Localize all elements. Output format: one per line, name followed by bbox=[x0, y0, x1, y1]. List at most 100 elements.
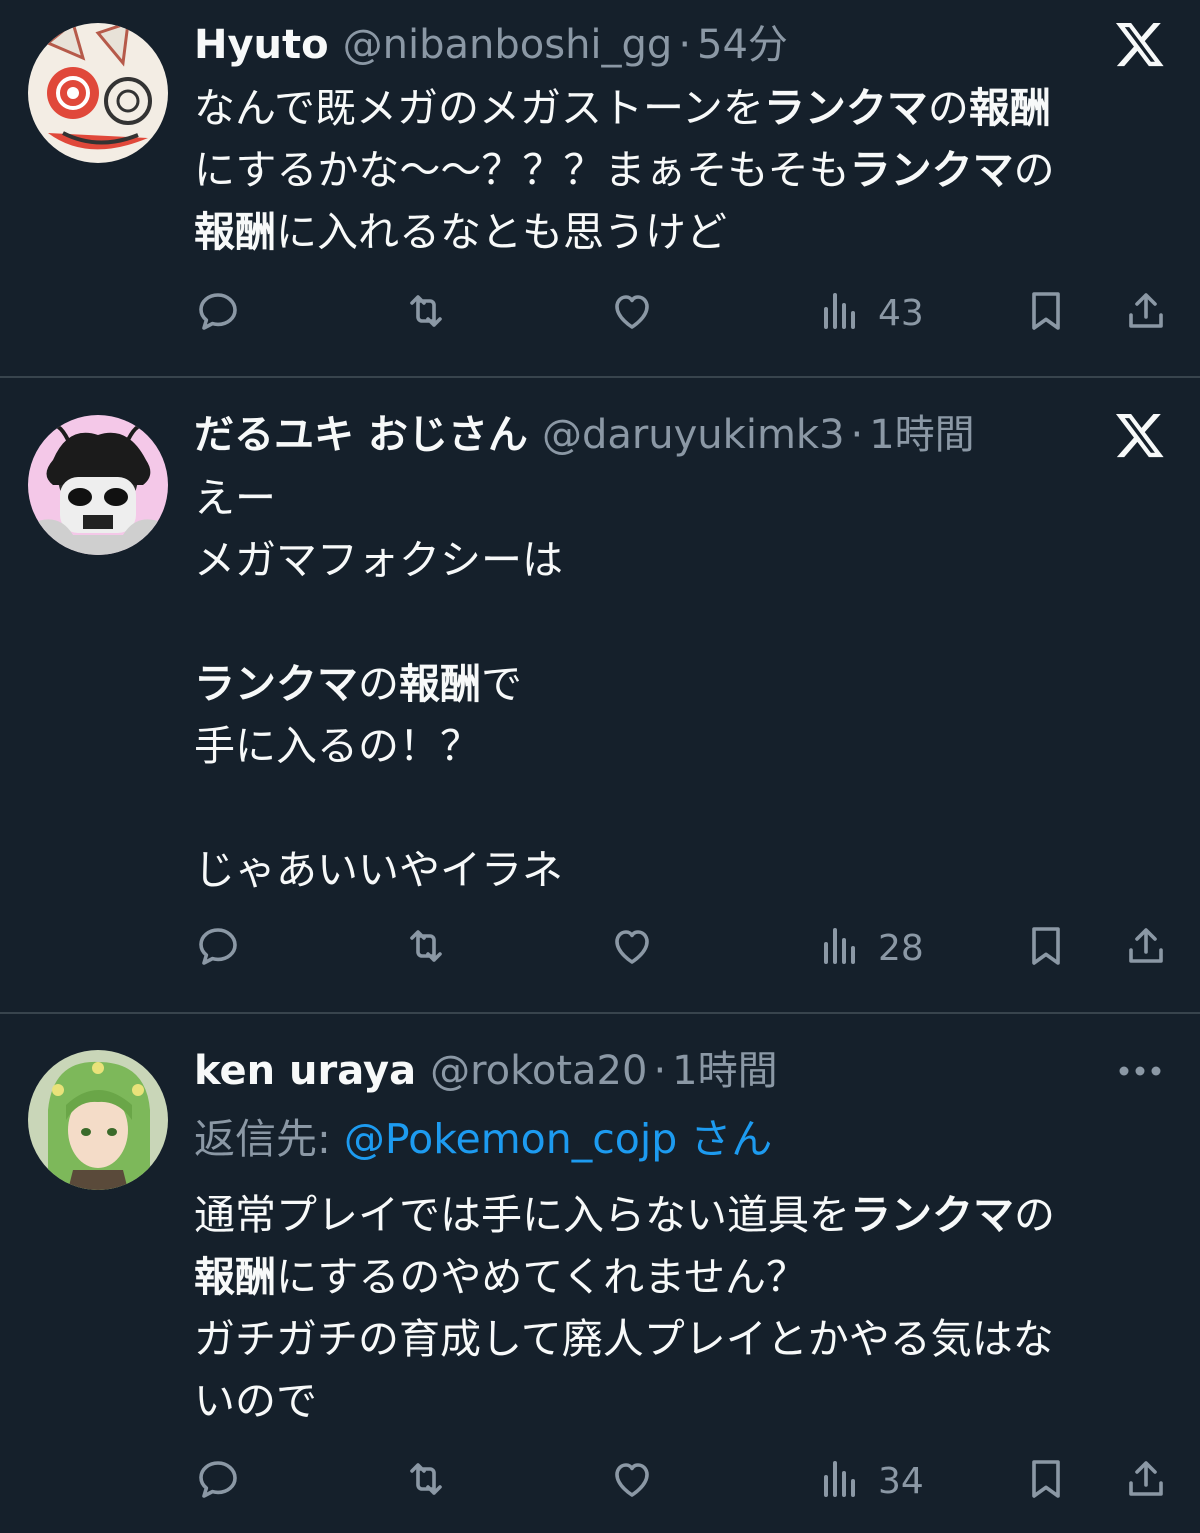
tweet-text: なんで既メガのメガストーンをランクマの報酬 にするかな〜〜？？？まぁそもそもランク… bbox=[194, 77, 1154, 263]
avatar[interactable] bbox=[28, 23, 168, 163]
bookmark-button[interactable] bbox=[1022, 918, 1070, 978]
reply-button[interactable] bbox=[194, 283, 242, 343]
user-handle[interactable]: @nibanboshi_gg bbox=[343, 15, 673, 75]
view-count: 43 bbox=[878, 292, 924, 334]
retweet-button[interactable] bbox=[402, 1451, 450, 1511]
like-button[interactable] bbox=[608, 918, 656, 978]
retweet-icon bbox=[402, 287, 450, 339]
x-logo-icon bbox=[1110, 14, 1170, 74]
text-segment: いので bbox=[194, 1377, 317, 1425]
views-button[interactable]: 28 bbox=[816, 918, 924, 978]
avatar[interactable] bbox=[28, 1050, 168, 1190]
view-count: 34 bbox=[878, 1460, 924, 1502]
share-button[interactable] bbox=[1122, 918, 1170, 978]
share-icon bbox=[1122, 287, 1170, 339]
like-button[interactable] bbox=[608, 1451, 656, 1511]
share-icon bbox=[1122, 1455, 1170, 1507]
tweet-1[interactable]: Hyuto @nibanboshi_gg · 54分 なんで既メガのメガストーン… bbox=[0, 0, 1200, 376]
text-segment: じゃあいいやイラネ bbox=[194, 846, 563, 894]
display-name[interactable]: Hyuto bbox=[194, 15, 329, 75]
text-segment: えー bbox=[194, 474, 276, 522]
tweet-header: ken uraya @rokota20 · 1時間 bbox=[194, 1041, 1050, 1101]
highlighted-keyword: 報酬 bbox=[194, 208, 276, 256]
text-segment: で bbox=[481, 660, 522, 708]
timestamp[interactable]: 54分 bbox=[697, 15, 788, 75]
tweet-text-line: にするかな〜〜？？？まぁそもそもランクマの bbox=[194, 139, 1154, 201]
text-segment: 手に入るの！？ bbox=[194, 722, 481, 770]
tweet-text-line: ランクマの報酬で bbox=[194, 653, 1154, 715]
views-icon bbox=[816, 287, 864, 339]
tweet-text-line: 報酬にするのやめてくれません？ bbox=[194, 1246, 1154, 1308]
tweet-text-line: 通常プレイでは手に入らない道具をランクマの bbox=[194, 1184, 1154, 1246]
highlighted-keyword: 報酬 bbox=[194, 1253, 276, 1301]
user-handle[interactable]: @daruyukimk3 bbox=[542, 405, 845, 465]
bookmark-icon bbox=[1022, 922, 1070, 974]
tweet-text-line: じゃあいいやイラネ bbox=[194, 839, 1154, 901]
retweet-button[interactable] bbox=[402, 918, 450, 978]
tweet-text-line bbox=[194, 591, 1154, 653]
tweet-text-line bbox=[194, 777, 1154, 839]
share-button[interactable] bbox=[1122, 1451, 1170, 1511]
text-segment: の bbox=[1014, 1191, 1055, 1239]
tweet-3[interactable]: ken uraya @rokota20 · 1時間 返信先: @Pokemon_… bbox=[0, 1014, 1200, 1533]
view-count: 28 bbox=[878, 927, 924, 969]
reply-button[interactable] bbox=[194, 1451, 242, 1511]
text-segment: の bbox=[927, 84, 969, 132]
retweet-button[interactable] bbox=[402, 283, 450, 343]
bookmark-icon bbox=[1022, 287, 1070, 339]
tweet-feed: Hyuto @nibanboshi_gg · 54分 なんで既メガのメガストーン… bbox=[0, 0, 1200, 1533]
action-bar: 28 bbox=[0, 918, 1200, 978]
tweet-text: えー メガマフォクシーは ランクマの報酬で 手に入るの！？ じゃあいいやイラネ bbox=[194, 467, 1154, 901]
reply-icon bbox=[194, 922, 242, 974]
bookmark-button[interactable] bbox=[1022, 1451, 1070, 1511]
text-segment: の bbox=[358, 660, 399, 708]
highlighted-keyword: ランクマ bbox=[194, 660, 358, 708]
separator: · bbox=[850, 412, 864, 458]
display-name[interactable]: だるユキ おじさん bbox=[194, 405, 528, 465]
tweet-2[interactable]: だるユキ おじさん @daruyukimk3 · 1時間 えーメガマフォクシーは… bbox=[0, 378, 1200, 1012]
reply-mention[interactable]: @Pokemon_cojp さん bbox=[344, 1115, 772, 1163]
tweet-header: Hyuto @nibanboshi_gg · 54分 bbox=[194, 15, 1050, 75]
text-segment: にするかな〜〜？？？まぁそもそも bbox=[194, 146, 850, 194]
timestamp[interactable]: 1時間 bbox=[672, 1041, 777, 1101]
reply-context: 返信先: @Pokemon_cojp さん bbox=[194, 1108, 772, 1170]
more-dots-icon[interactable] bbox=[1110, 1041, 1170, 1101]
action-bar: 34 bbox=[0, 1451, 1200, 1511]
views-button[interactable]: 34 bbox=[816, 1451, 924, 1511]
action-bar: 43 bbox=[0, 283, 1200, 343]
highlighted-keyword: ランクマ bbox=[850, 1191, 1014, 1239]
highlighted-keyword: ランクマ bbox=[763, 84, 928, 132]
reply-button[interactable] bbox=[194, 918, 242, 978]
like-button[interactable] bbox=[608, 283, 656, 343]
tweet-text-line: いので bbox=[194, 1370, 1154, 1432]
tweet-text-line: 報酬に入れるなとも思うけど bbox=[194, 201, 1154, 263]
user-handle[interactable]: @rokota20 bbox=[430, 1041, 647, 1101]
views-button[interactable]: 43 bbox=[816, 283, 924, 343]
tweet-text-line: えー bbox=[194, 467, 1154, 529]
timestamp[interactable]: 1時間 bbox=[869, 405, 974, 465]
display-name[interactable]: ken uraya bbox=[194, 1041, 416, 1101]
avatar[interactable] bbox=[28, 415, 168, 555]
bookmark-button[interactable] bbox=[1022, 283, 1070, 343]
tweet-text: 通常プレイでは手に入らない道具をランクマの 報酬にするのやめてくれません？ ガチガチ… bbox=[194, 1184, 1154, 1432]
like-icon bbox=[608, 287, 656, 339]
share-icon bbox=[1122, 922, 1170, 974]
tweet-text-line: メガマフォクシーは bbox=[194, 529, 1154, 591]
retweet-icon bbox=[402, 922, 450, 974]
views-icon bbox=[816, 922, 864, 974]
x-logo-icon bbox=[1110, 405, 1170, 465]
like-icon bbox=[608, 922, 656, 974]
tweet-text-line: 手に入るの！？ bbox=[194, 715, 1154, 777]
text-segment: ガチガチの育成して廃人プレイとかやる気はな bbox=[194, 1315, 1054, 1363]
bookmark-icon bbox=[1022, 1455, 1070, 1507]
share-button[interactable] bbox=[1122, 283, 1170, 343]
reply-icon bbox=[194, 1455, 242, 1507]
text-segment: 通常プレイでは手に入らない道具を bbox=[194, 1191, 850, 1239]
retweet-icon bbox=[402, 1455, 450, 1507]
views-icon bbox=[816, 1455, 864, 1507]
text-segment: に入れるなとも思うけど bbox=[276, 208, 727, 256]
highlighted-keyword: ランクマ bbox=[849, 146, 1014, 194]
highlighted-keyword: 報酬 bbox=[399, 660, 481, 708]
separator: · bbox=[678, 22, 692, 68]
like-icon bbox=[608, 1455, 656, 1507]
